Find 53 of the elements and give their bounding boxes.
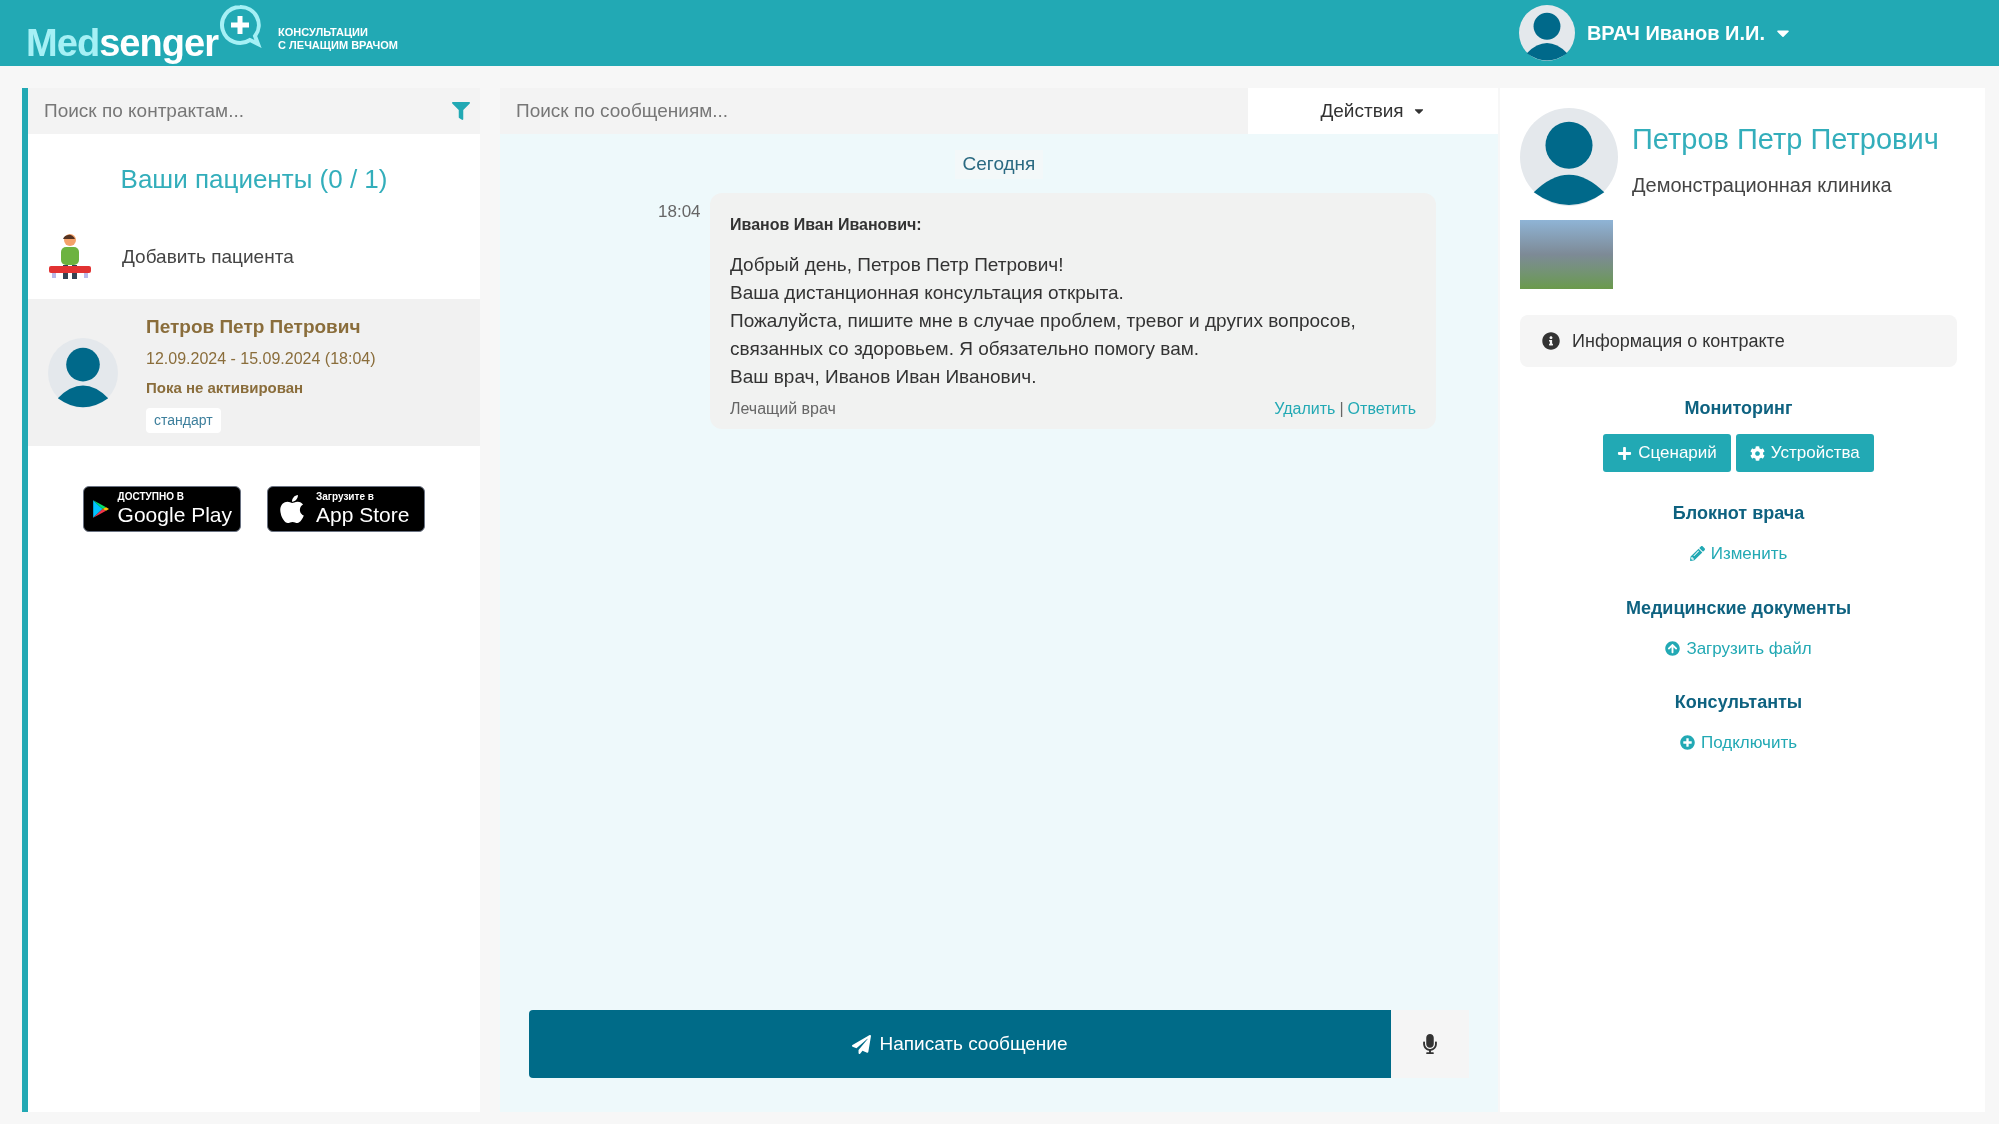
microphone-icon <box>1420 1034 1440 1054</box>
message-action-link[interactable]: Удалить <box>1274 396 1336 421</box>
filter-icon[interactable] <box>452 102 470 120</box>
patient-name: Петров Петр Петрович <box>1632 122 1939 157</box>
upload-icon <box>1665 640 1681 656</box>
date-label: Сегодня <box>954 150 1044 179</box>
message-time: 18:04 <box>658 200 702 223</box>
monitoring-button[interactable]: Сценарий <box>1603 434 1731 472</box>
section-link[interactable]: Изменить <box>1689 541 1788 567</box>
store-name: App Store <box>316 503 410 527</box>
message-author: Иванов Иван Иванович: <box>730 214 923 235</box>
logo-tagline: КОНСУЛЬТАЦИИ С ЛЕЧАЩИМ ВРАЧОМ <box>278 26 398 52</box>
message-search-field[interactable]: Поиск по сообщениям... <box>500 88 1248 134</box>
microphone-button[interactable] <box>1391 1010 1469 1078</box>
person-on-bench-icon <box>48 232 92 282</box>
store-badge[interactable]: Загрузите в App Store <box>267 486 425 532</box>
patient-status: Пока не активирован <box>146 378 305 398</box>
compose-button[interactable]: Написать сообщение <box>529 1010 1391 1078</box>
logo-text: Medsenger <box>26 24 219 62</box>
info-icon <box>1542 332 1560 350</box>
plus-icon <box>1617 445 1633 461</box>
section-heading: Мониторинг <box>1684 397 1793 420</box>
monitoring-button[interactable]: Устройства <box>1735 434 1874 472</box>
message-text: Добрый день, Петров Петр Петрович! Ваша дистанционная консультация открыта. Пожалуйста, пишите мне в случае проблем, тревог и других вопросов, связанных со здоровьем. Я обязательно помогу вам. Ваш врач, Иванов Иван Иванович. <box>730 252 1357 389</box>
patient-name: Петров Петр Петрович <box>146 314 362 339</box>
clinic-name: Демонстрационная клиника <box>1632 172 1893 198</box>
patient-avatar <box>48 337 118 408</box>
pencil-icon <box>1689 546 1705 562</box>
plan-tag: стандарт <box>146 407 221 433</box>
chat-plus-logo-icon <box>218 4 263 48</box>
user-menu[interactable]: ВРАЧ Иванов И.И. <box>1586 18 1793 48</box>
section-heading: Медицинские документы <box>1625 596 1852 620</box>
add-patient-link[interactable]: Добавить пациента <box>122 242 294 272</box>
store-caption: ДОСТУПНО В <box>117 491 185 503</box>
patient-card[interactable]: Петров Петр Петрович 12.09.2024 - 15.09.2024 (18:04) Пока не активирован стандарт <box>28 299 480 446</box>
actions-dropdown[interactable]: Действия <box>1248 88 1498 134</box>
store-name: Google Play <box>117 503 232 527</box>
store-badge[interactable]: ДОСТУПНО В Google Play <box>83 486 241 532</box>
patients-heading: Ваши пациенты (0 / 1) <box>119 163 389 196</box>
contract-dates: 12.09.2024 - 15.09.2024 (18:04) <box>146 349 376 369</box>
section-heading: Консультанты <box>1674 691 1803 714</box>
settings-icon <box>1749 445 1765 461</box>
store-caption: Загрузите в <box>316 491 375 503</box>
contract-info-button[interactable]: Информация о контракте <box>1520 315 1957 367</box>
message-action-link[interactable]: Ответить <box>1347 396 1416 421</box>
contract-search-field[interactable]: Поиск по контрактам... <box>28 88 480 134</box>
sender-role: Лечащий врач <box>730 398 836 419</box>
section-heading: Блокнот врача <box>1672 502 1805 525</box>
section-link[interactable]: Загрузить файл <box>1665 635 1812 661</box>
user-avatar <box>1518 5 1575 61</box>
section-link[interactable]: Подключить <box>1679 730 1798 756</box>
send-icon <box>852 1034 872 1054</box>
link-separator: | <box>1339 398 1344 419</box>
